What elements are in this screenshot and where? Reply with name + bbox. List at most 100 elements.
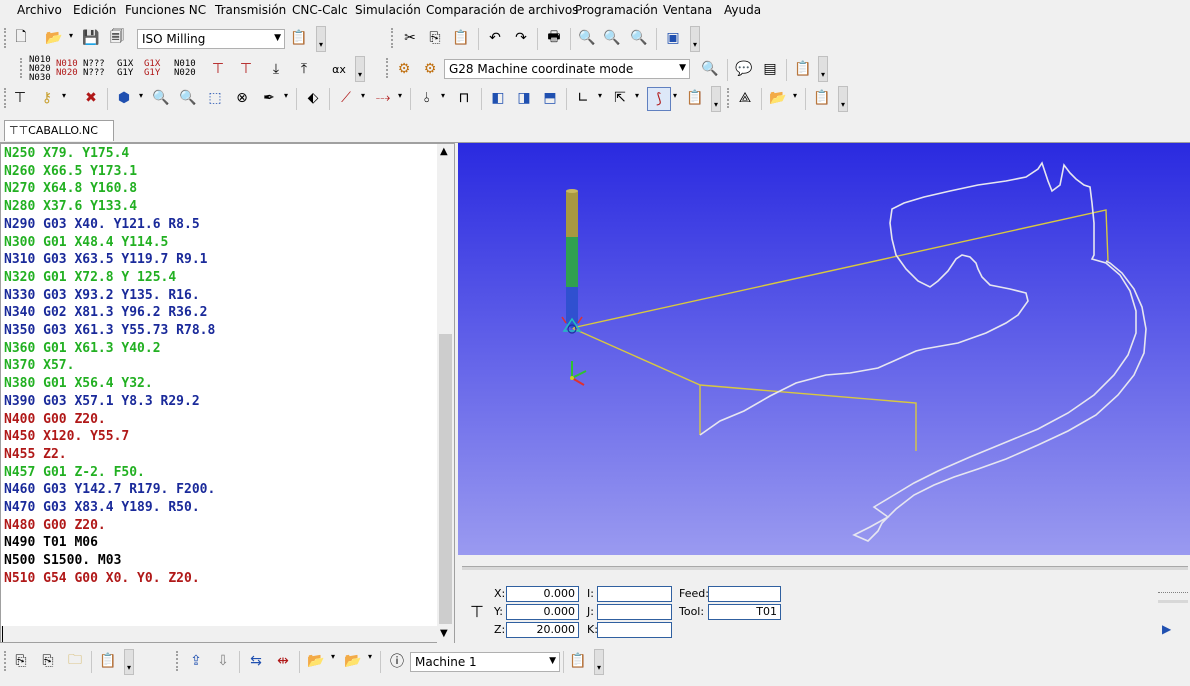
redo-icon[interactable]: ↷ bbox=[510, 27, 532, 49]
move-up-icon[interactable]: ⤒ bbox=[293, 58, 315, 80]
remove-numbers-icon[interactable]: N010 N020 bbox=[56, 58, 78, 80]
path-icon[interactable]: ⟋ bbox=[335, 87, 357, 109]
code-line[interactable]: N500 S1500. M03 bbox=[4, 552, 215, 570]
code-line[interactable]: N450 X120. Y55.7 bbox=[4, 428, 215, 446]
menu-programacion[interactable]: Programación bbox=[575, 3, 658, 17]
code-line[interactable]: N460 G03 Y142.7 R179. F200. bbox=[4, 481, 215, 499]
rapid-path-icon[interactable]: ⤏ bbox=[372, 87, 394, 109]
move-down-icon[interactable]: ⤓ bbox=[265, 58, 287, 80]
properties-icon[interactable]: 📋 bbox=[288, 27, 310, 49]
save-all-icon[interactable]: 🗐 bbox=[106, 27, 128, 49]
speed-slider[interactable] bbox=[1158, 582, 1188, 593]
info-icon[interactable]: ⓘ bbox=[386, 650, 408, 672]
remove-spaces-icon[interactable]: G1X G1Y bbox=[144, 58, 166, 80]
undo-icon[interactable]: ↶ bbox=[484, 27, 506, 49]
number-unknown-icon[interactable]: N??? N??? bbox=[83, 58, 105, 80]
scroll-thumb[interactable] bbox=[439, 334, 452, 624]
profile-select[interactable]: ISO Milling ▼ bbox=[137, 29, 285, 49]
menu-ayuda[interactable]: Ayuda bbox=[724, 3, 761, 17]
speed-slider-track[interactable] bbox=[1158, 600, 1188, 603]
code-text[interactable]: N250 X79. Y175.4 N260 X66.5 Y173.1 N270 X6… bbox=[4, 145, 215, 588]
menu-comparacion[interactable]: Comparación de archivos bbox=[426, 3, 578, 17]
menu-funciones-nc[interactable]: Funciones NC bbox=[125, 3, 206, 17]
measure-icon[interactable]: ⊗ bbox=[231, 87, 253, 109]
toolbar-grip[interactable] bbox=[727, 88, 733, 108]
cube-top-icon[interactable]: ⬒ bbox=[539, 87, 561, 109]
paste-icon[interactable]: 📋 bbox=[450, 27, 472, 49]
connect-icon[interactable]: ⇆ bbox=[245, 650, 267, 672]
copy-icon[interactable]: ⎘ bbox=[424, 27, 446, 49]
machine-gear-icon[interactable]: ⚙ bbox=[419, 58, 441, 80]
send-icon[interactable]: ⇪ bbox=[185, 650, 207, 672]
holder-icon[interactable]: ⊓ bbox=[453, 87, 475, 109]
menu-simulacion[interactable]: Simulación bbox=[355, 3, 421, 17]
play-icon[interactable]: ▶ bbox=[1162, 622, 1171, 636]
comment-icon[interactable]: 💬 bbox=[733, 58, 755, 80]
insert-block-icon[interactable]: ⊤ bbox=[207, 58, 229, 80]
code-line[interactable]: N320 G01 X72.8 Y 125.4 bbox=[4, 269, 215, 287]
download-dropdown-icon[interactable]: ▾ bbox=[368, 652, 372, 661]
toolbar-grip[interactable] bbox=[176, 651, 182, 671]
menu-transmision[interactable]: Transmisión bbox=[215, 3, 286, 17]
zoom-window-icon[interactable]: ⬚ bbox=[204, 87, 226, 109]
copy-file-icon[interactable]: ⎘ bbox=[10, 650, 32, 672]
code-line[interactable]: N490 T01 M06 bbox=[4, 534, 215, 552]
view-dropdown-icon[interactable]: ▾ bbox=[139, 91, 143, 100]
toolbar-end-icon[interactable]: ▾ bbox=[818, 56, 828, 82]
upload-folder-icon[interactable]: 📂 bbox=[305, 650, 327, 672]
receive-icon[interactable]: ⇩ bbox=[212, 650, 234, 672]
menu-cnc-calc[interactable]: CNC-Calc bbox=[292, 3, 348, 17]
code-line[interactable]: N380 G01 X56.4 Y32. bbox=[4, 375, 215, 393]
code-line[interactable]: N400 G00 Z20. bbox=[4, 411, 215, 429]
table-icon[interactable]: ▤ bbox=[759, 58, 781, 80]
code-line[interactable]: N455 Z2. bbox=[4, 446, 215, 464]
code-line[interactable]: N390 G03 X57.1 Y8.3 R29.2 bbox=[4, 393, 215, 411]
axes-dropdown-icon[interactable]: ▾ bbox=[598, 91, 602, 100]
nc-code-editor[interactable]: N250 X79. Y175.4 N260 X66.5 Y173.1 N270 X6… bbox=[0, 143, 455, 644]
vertical-scrollbar[interactable]: ▲ ▼ bbox=[437, 144, 454, 644]
transform-dropdown-icon[interactable]: ▾ bbox=[635, 91, 639, 100]
open-dropdown-icon[interactable]: ▾ bbox=[793, 91, 797, 100]
rapid-dropdown-icon[interactable]: ▾ bbox=[398, 91, 402, 100]
properties-icon[interactable]: 📋 bbox=[684, 87, 706, 109]
transform-icon[interactable]: ⇱ bbox=[609, 87, 631, 109]
print-icon[interactable]: 🖶 bbox=[543, 27, 565, 49]
probe-icon[interactable]: ⬖ bbox=[302, 87, 324, 109]
cube-side-icon[interactable]: ◨ bbox=[513, 87, 535, 109]
toolbar-grip[interactable] bbox=[386, 58, 392, 78]
drawing-icon[interactable]: ⟁ bbox=[734, 87, 756, 109]
tool-dropdown-icon[interactable]: ▾ bbox=[62, 91, 66, 100]
drill-icon[interactable]: ⫰ bbox=[416, 87, 438, 109]
toolpath-toggle-icon[interactable]: ⟆ bbox=[647, 87, 671, 111]
find-next-icon[interactable]: 🔍 bbox=[601, 27, 623, 49]
add-spaces-icon[interactable]: G1X G1Y bbox=[117, 58, 139, 80]
pen-icon[interactable]: ✒ bbox=[258, 87, 280, 109]
upload-dropdown-icon[interactable]: ▾ bbox=[331, 652, 335, 661]
zoom-out-icon[interactable]: 🔍 bbox=[177, 87, 199, 109]
open-dropdown-icon[interactable]: ▾ bbox=[69, 31, 73, 40]
machine-select[interactable]: Machine 1 ▼ bbox=[410, 652, 560, 672]
window-icon[interactable]: ▣ bbox=[662, 27, 684, 49]
properties-icon[interactable]: 📋 bbox=[811, 87, 833, 109]
remove-block-icon[interactable]: ⊤ bbox=[235, 58, 257, 80]
code-line[interactable]: N350 G03 X61.3 Y55.73 R78.8 bbox=[4, 322, 215, 340]
zoom-search-icon[interactable]: 🔍 bbox=[699, 58, 721, 80]
find-icon[interactable]: 🔍 bbox=[576, 27, 598, 49]
scroll-down-icon[interactable]: ▼ bbox=[440, 628, 448, 639]
disconnect-icon[interactable]: ⇹ bbox=[272, 650, 294, 672]
open-folder-icon[interactable]: 📂 bbox=[767, 87, 789, 109]
settings-gear-icon[interactable]: ⚙ bbox=[393, 58, 415, 80]
tool-icon[interactable]: ⊤ bbox=[9, 87, 31, 109]
tool-remove-icon[interactable]: ✖ bbox=[80, 87, 102, 109]
menu-ventana[interactable]: Ventana bbox=[663, 3, 712, 17]
tab-caballo-nc[interactable]: ⊤⊤CABALLO.NC bbox=[4, 120, 114, 141]
toolbar-grip[interactable] bbox=[20, 58, 26, 78]
coordinate-mode-select[interactable]: G28 Machine coordinate mode ▼ bbox=[444, 59, 690, 79]
zoom-in-icon[interactable]: 🔍 bbox=[150, 87, 172, 109]
path-dropdown-icon[interactable]: ▾ bbox=[361, 91, 365, 100]
code-line[interactable]: N290 G03 X40. Y121.6 R8.5 bbox=[4, 216, 215, 234]
code-line[interactable]: N280 X37.6 Y133.4 bbox=[4, 198, 215, 216]
code-line[interactable]: N510 G54 G00 X0. Y0. Z20. bbox=[4, 570, 215, 588]
toolbar-end-icon[interactable]: ▾ bbox=[594, 649, 604, 675]
code-line[interactable]: N470 G03 X83.4 Y189. R50. bbox=[4, 499, 215, 517]
